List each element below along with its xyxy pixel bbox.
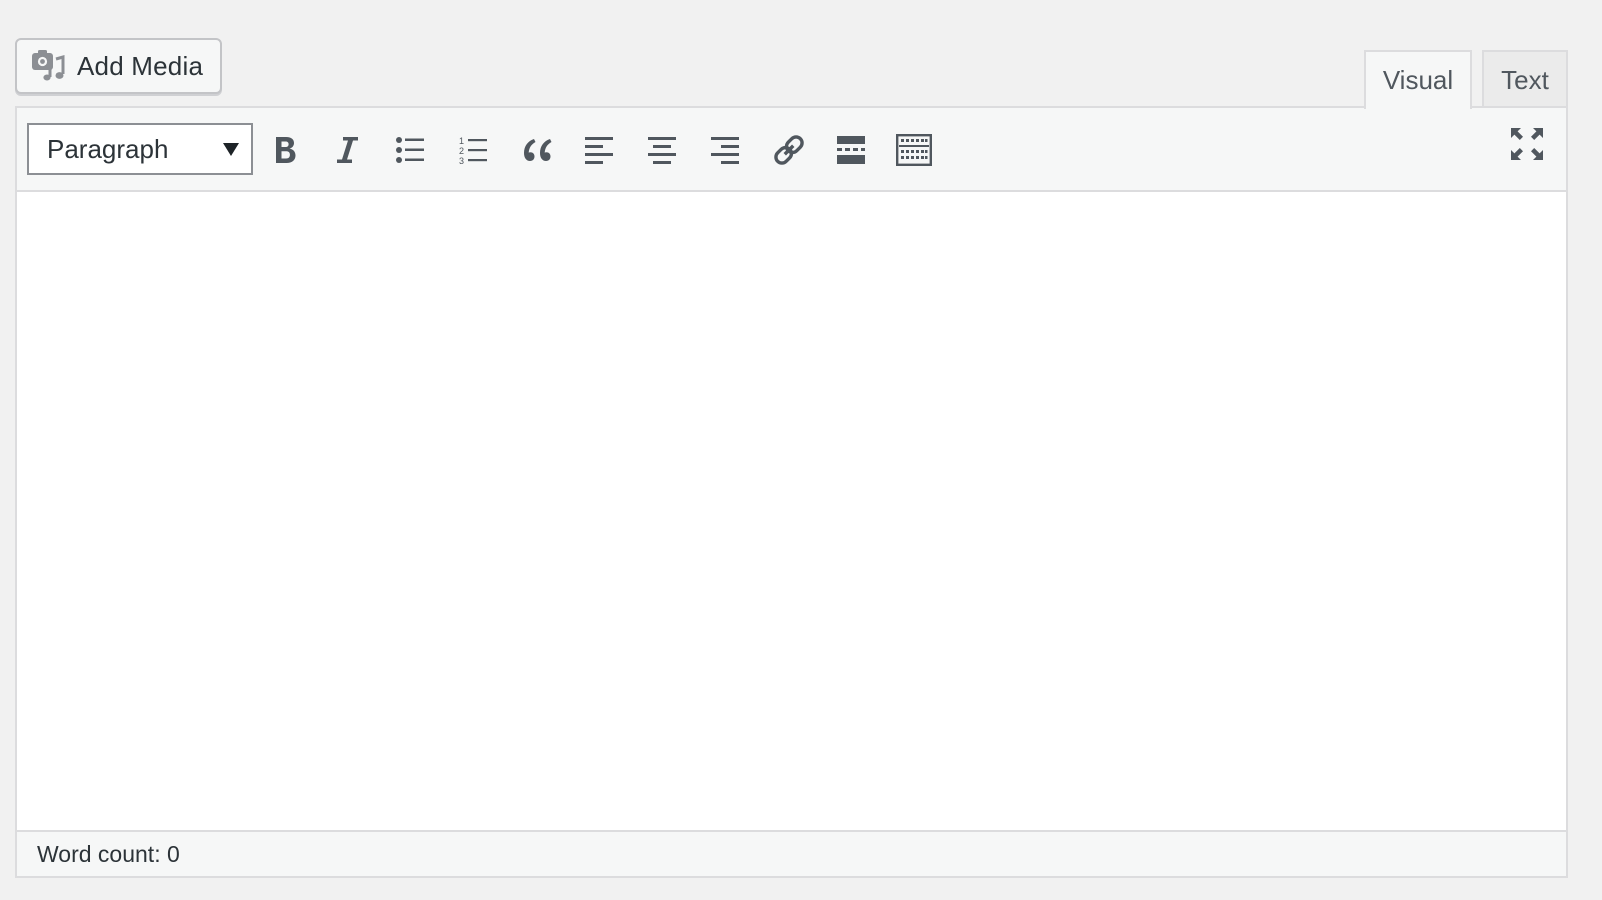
bulleted-list-icon bbox=[395, 135, 425, 165]
bold-icon bbox=[271, 134, 299, 166]
chevron-down-icon bbox=[223, 143, 239, 156]
align-left-icon bbox=[584, 135, 614, 165]
link-button[interactable] bbox=[767, 128, 811, 172]
toolbar-toggle-button[interactable] bbox=[891, 128, 937, 172]
add-media-icon bbox=[31, 47, 65, 86]
editor-status-bar: Word count: 0 bbox=[17, 830, 1566, 876]
italic-button[interactable] bbox=[325, 128, 369, 172]
link-icon bbox=[771, 132, 807, 168]
numbered-list-icon: 1 2 3 bbox=[458, 135, 488, 165]
blockquote-icon bbox=[520, 136, 552, 164]
fullscreen-icon bbox=[1510, 127, 1544, 161]
tab-text-label: Text bbox=[1501, 64, 1549, 95]
word-count: Word count: 0 bbox=[37, 840, 180, 867]
editor-toolbar: Paragraph 1 2 3 bbox=[17, 108, 1566, 192]
read-more-button[interactable] bbox=[829, 128, 873, 172]
align-center-button[interactable] bbox=[640, 128, 684, 172]
editor-content-area[interactable] bbox=[17, 192, 1566, 832]
svg-text:1: 1 bbox=[459, 136, 464, 146]
align-left-button[interactable] bbox=[577, 128, 621, 172]
format-select-value: Paragraph bbox=[47, 133, 169, 164]
tab-text[interactable]: Text bbox=[1482, 50, 1568, 108]
italic-icon bbox=[334, 134, 360, 166]
editor-container: Paragraph 1 2 3 Word count: 0 bbox=[15, 106, 1568, 878]
blockquote-button[interactable] bbox=[514, 128, 558, 172]
add-media-button[interactable]: Add Media bbox=[15, 38, 222, 94]
align-right-icon bbox=[710, 135, 740, 165]
align-right-button[interactable] bbox=[703, 128, 747, 172]
bold-button[interactable] bbox=[263, 128, 307, 172]
fullscreen-button[interactable] bbox=[1505, 122, 1549, 166]
add-media-label: Add Media bbox=[77, 50, 204, 81]
tab-visual-label: Visual bbox=[1382, 65, 1454, 95]
format-select[interactable]: Paragraph bbox=[27, 123, 253, 175]
toolbar-toggle-icon bbox=[896, 134, 932, 166]
bulleted-list-button[interactable] bbox=[388, 128, 432, 172]
tab-visual[interactable]: Visual bbox=[1364, 50, 1472, 109]
svg-text:3: 3 bbox=[459, 156, 464, 165]
numbered-list-button[interactable]: 1 2 3 bbox=[451, 128, 495, 172]
align-center-icon bbox=[647, 135, 677, 165]
read-more-icon bbox=[836, 135, 866, 165]
svg-text:2: 2 bbox=[459, 146, 464, 156]
